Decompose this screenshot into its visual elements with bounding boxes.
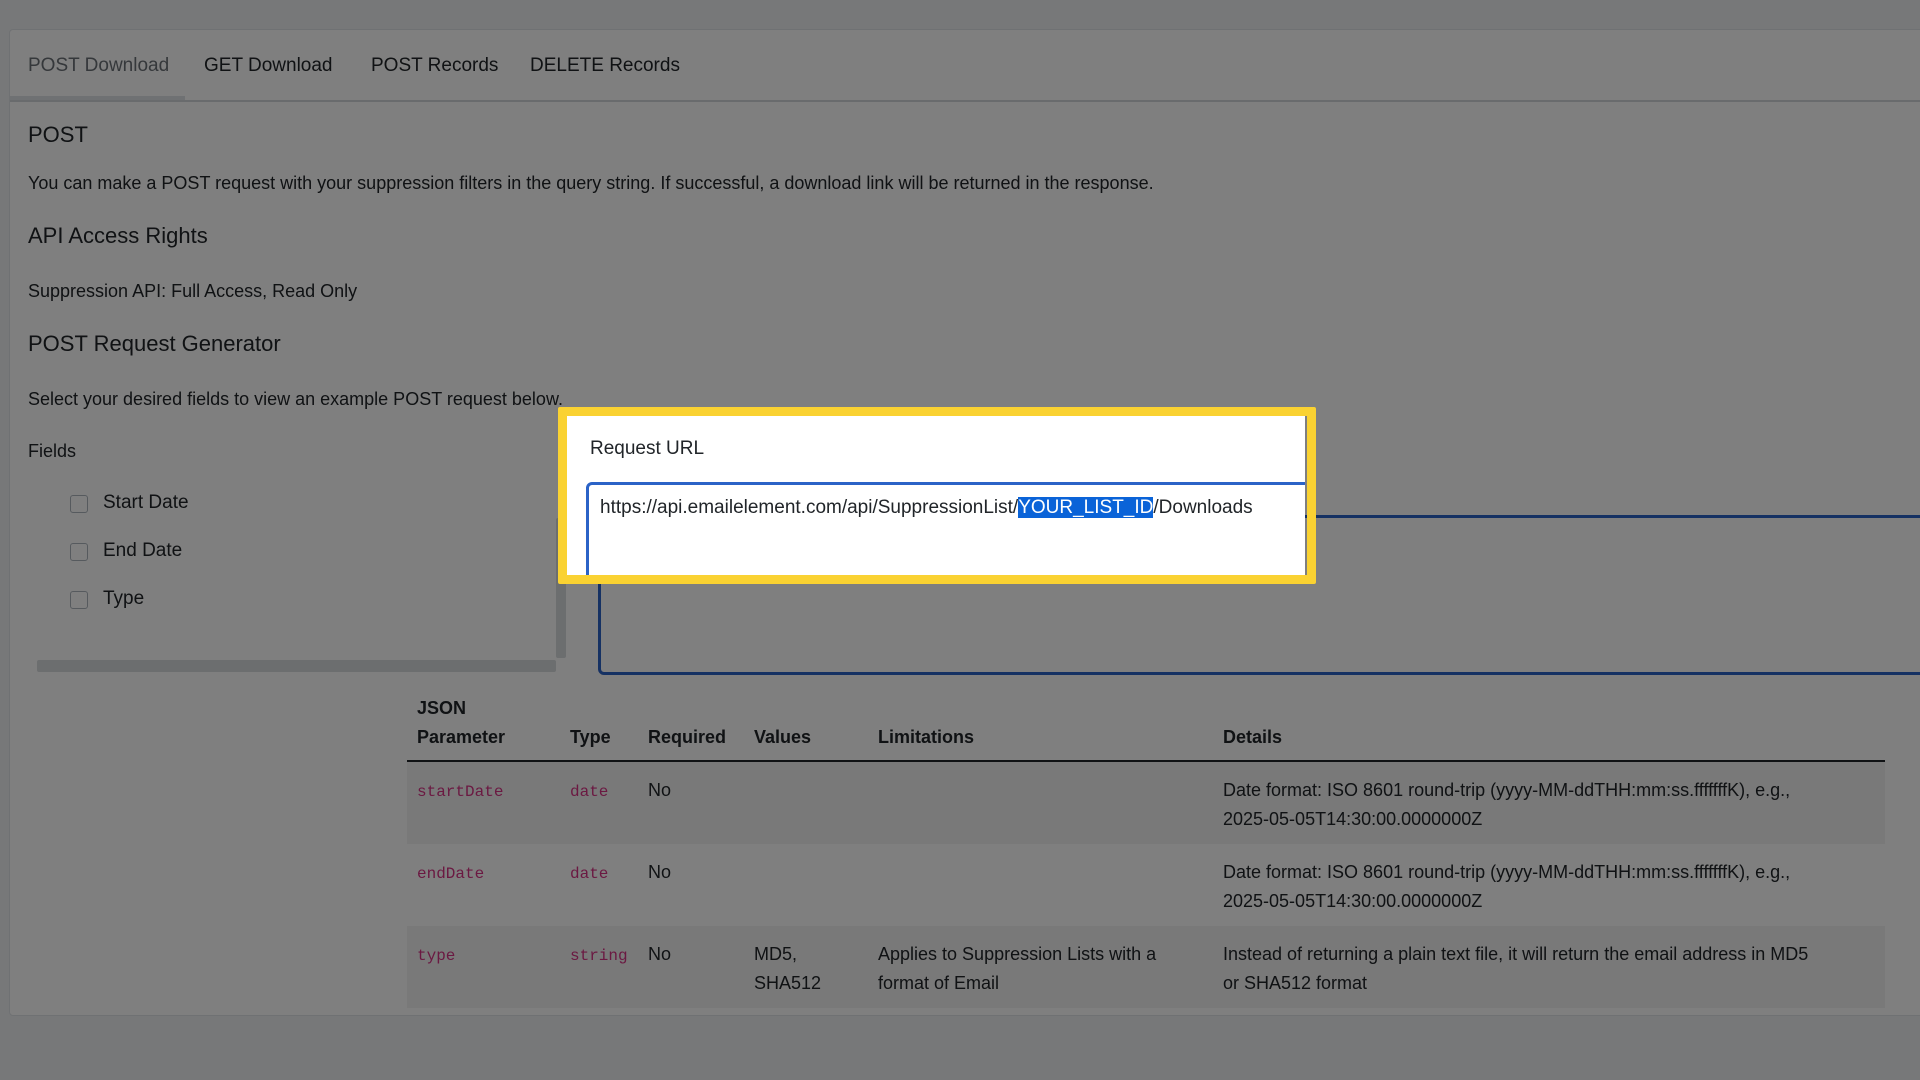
- highlight-frame: [558, 407, 1316, 584]
